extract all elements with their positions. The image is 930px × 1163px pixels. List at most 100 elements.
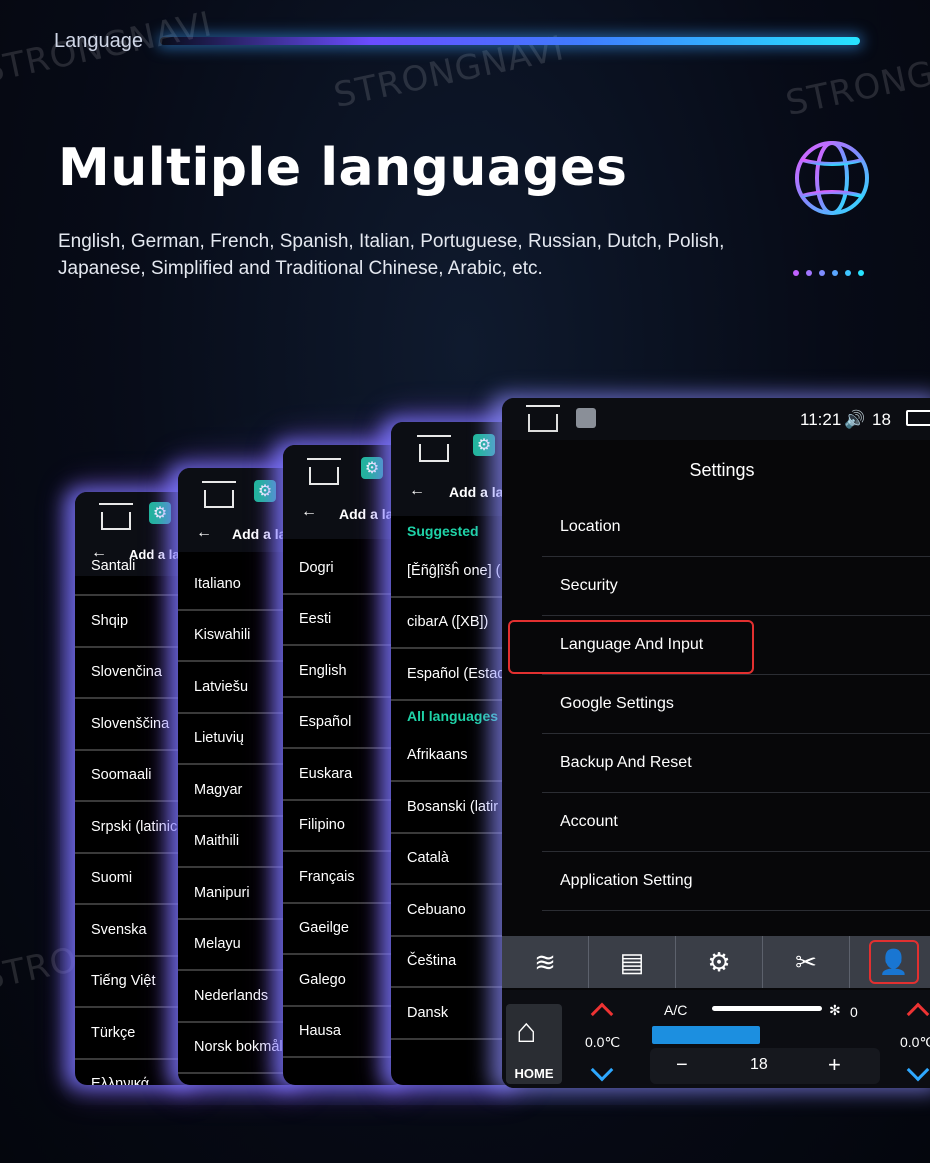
settings-dock: ≋ ▤ ⚙ ✂ 👤 — [502, 936, 930, 988]
language-list-item[interactable]: Kiswahili — [178, 611, 300, 662]
language-list-item[interactable]: Shqip — [75, 596, 195, 648]
language-list-item[interactable]: Dansk — [391, 988, 517, 1040]
language-list-item[interactable]: Français — [283, 852, 405, 904]
settings-title: Settings — [689, 460, 755, 480]
temp-left-down-icon[interactable] — [590, 1058, 614, 1082]
page-subtitle: English, German, French, Spanish, Italia… — [58, 231, 725, 279]
language-list-item[interactable]: Bosanski (latir — [391, 782, 517, 834]
language-list-item[interactable]: Dogri — [283, 543, 405, 595]
home-icon[interactable] — [99, 503, 133, 530]
settings-icon[interactable]: ⚙ — [473, 434, 495, 456]
language-list-item[interactable]: English — [283, 646, 405, 698]
temp-right-down-icon[interactable] — [906, 1058, 930, 1082]
language-list-item[interactable]: Gaeilge — [283, 904, 405, 955]
language-list-item[interactable]: cibarA ([XB]) — [391, 598, 517, 649]
globe-icon — [795, 141, 869, 215]
language-list-item[interactable]: Magyar — [178, 765, 300, 817]
home-icon[interactable] — [526, 405, 560, 432]
status-bar: 11:21 🔊 18 — [502, 398, 930, 440]
language-list-item[interactable]: Galego — [283, 955, 405, 1007]
all-languages-header: All languages — [407, 707, 499, 724]
language-list-item[interactable]: Suomi — [75, 854, 195, 905]
language-list-item[interactable]: Latviešu — [178, 662, 300, 714]
settings-app-icon[interactable] — [576, 408, 596, 428]
settings-icon[interactable]: ⚙ — [361, 457, 383, 479]
language-list-item[interactable]: Eesti — [283, 595, 405, 646]
language-list-item[interactable]: Srpski (latinica — [75, 802, 195, 854]
settings-item[interactable]: Account — [542, 793, 930, 852]
language-list-item[interactable]: Türkçe — [75, 1008, 195, 1060]
language-list-item[interactable]: Svenska — [75, 905, 195, 957]
language-list-panel-4: ⚙ ← Add a la Suggested [Ěñĝļîšĥ one] (ci… — [391, 422, 517, 1085]
language-list-item[interactable]: Manipuri — [178, 868, 300, 920]
section-tag: Language — [54, 30, 143, 52]
language-list-item[interactable]: Slovenščina — [75, 699, 195, 751]
language-list-item[interactable]: Slovenčina — [75, 648, 195, 699]
tools-icon[interactable]: ✂ — [763, 936, 850, 988]
fan-value: 0 — [850, 1004, 858, 1020]
settings-item[interactable]: Security — [542, 557, 930, 616]
language-list-item[interactable]: Español (Estad — [391, 649, 517, 701]
minus-button[interactable]: − — [676, 1054, 688, 1077]
settings-item[interactable]: Location — [542, 498, 930, 557]
home-icon[interactable] — [417, 435, 451, 462]
settings-screen: 11:21 🔊 18 Settings Location Security Lang… — [502, 398, 930, 1088]
decorative-dots — [793, 270, 864, 276]
language-list-item[interactable]: Filipino — [283, 801, 405, 852]
panel-header: ⚙ ← Add a la — [178, 468, 300, 552]
highlight-box — [508, 620, 754, 674]
language-list-item[interactable]: Norsk bokmål — [178, 1023, 300, 1074]
language-list-item[interactable]: Euskara — [283, 749, 405, 801]
language-list-item[interactable]: Čeština — [391, 937, 517, 988]
wifi-icon[interactable]: ≋ — [502, 936, 589, 988]
language-list-item[interactable]: Cebuano — [391, 885, 517, 937]
set-value: 18 — [750, 1056, 768, 1073]
decorative-dot — [832, 270, 838, 276]
language-list-item[interactable]: Hausa — [283, 1007, 405, 1058]
back-arrow-icon[interactable]: ← — [409, 482, 425, 500]
home-icon[interactable] — [202, 481, 236, 508]
home-label: HOME — [514, 1066, 554, 1081]
gear-icon[interactable]: ⚙ — [676, 936, 763, 988]
settings-item[interactable]: Backup And Reset — [542, 734, 930, 793]
house-icon: ⌂ — [516, 1012, 537, 1050]
language-list-item[interactable]: [Ěñĝļîšĥ one] ( — [391, 546, 517, 598]
settings-item[interactable]: Google Settings — [542, 675, 930, 734]
device-info-icon[interactable]: ▤ — [589, 936, 676, 988]
settings-icon[interactable]: ⚙ — [254, 480, 276, 502]
settings-icon[interactable]: ⚙ — [149, 502, 171, 524]
plus-button[interactable]: + — [828, 1052, 841, 1078]
back-arrow-icon[interactable]: ← — [301, 503, 317, 521]
home-icon[interactable] — [307, 458, 341, 485]
language-list-item[interactable]: Català — [391, 834, 517, 885]
window-icon[interactable] — [906, 410, 930, 426]
language-list-panel-1: ⚙ ← Add a la Santali Shqip Slovenčina Slove… — [75, 492, 195, 1085]
language-list-item[interactable]: Maithili — [178, 817, 300, 868]
language-list-item[interactable]: Soomaali — [75, 751, 195, 802]
fan-indicator — [712, 1006, 822, 1011]
language-list-item[interactable]: Santali — [75, 558, 195, 596]
language-list-item[interactable]: Nederlands — [178, 971, 300, 1023]
volume-icon[interactable]: 🔊 — [844, 410, 865, 430]
language-list-item[interactable]: Ελληνικά — [75, 1060, 195, 1085]
language-list-item[interactable]: Afrikaans — [391, 731, 517, 782]
language-list-item[interactable]: Lietuvių — [178, 714, 300, 765]
watermark-text: STRONGNAVI — [782, 36, 930, 124]
ac-label[interactable]: A/C — [664, 1002, 687, 1018]
user-settings-icon[interactable]: 👤 — [868, 940, 919, 984]
language-list-item[interactable]: Tiếng Việt — [75, 957, 195, 1008]
decorative-dot — [819, 270, 825, 276]
user-settings-cell[interactable]: 👤 — [850, 936, 930, 988]
add-language-title: Add a la — [232, 526, 287, 542]
language-list-item[interactable]: Melayu — [178, 920, 300, 971]
add-language-title: Add a la — [449, 484, 504, 500]
language-list-item[interactable]: Español — [283, 698, 405, 749]
temp-left-up-icon[interactable] — [590, 1002, 614, 1026]
settings-item[interactable]: Application Setting — [542, 852, 930, 911]
decorative-dot — [858, 270, 864, 276]
temp-right-up-icon[interactable] — [906, 1002, 930, 1026]
back-arrow-icon[interactable]: ← — [196, 524, 212, 542]
home-button[interactable]: ⌂ HOME — [506, 1004, 562, 1084]
fan-icon[interactable]: ✻ — [829, 1002, 841, 1019]
language-list-item[interactable]: Italiano — [178, 559, 300, 611]
